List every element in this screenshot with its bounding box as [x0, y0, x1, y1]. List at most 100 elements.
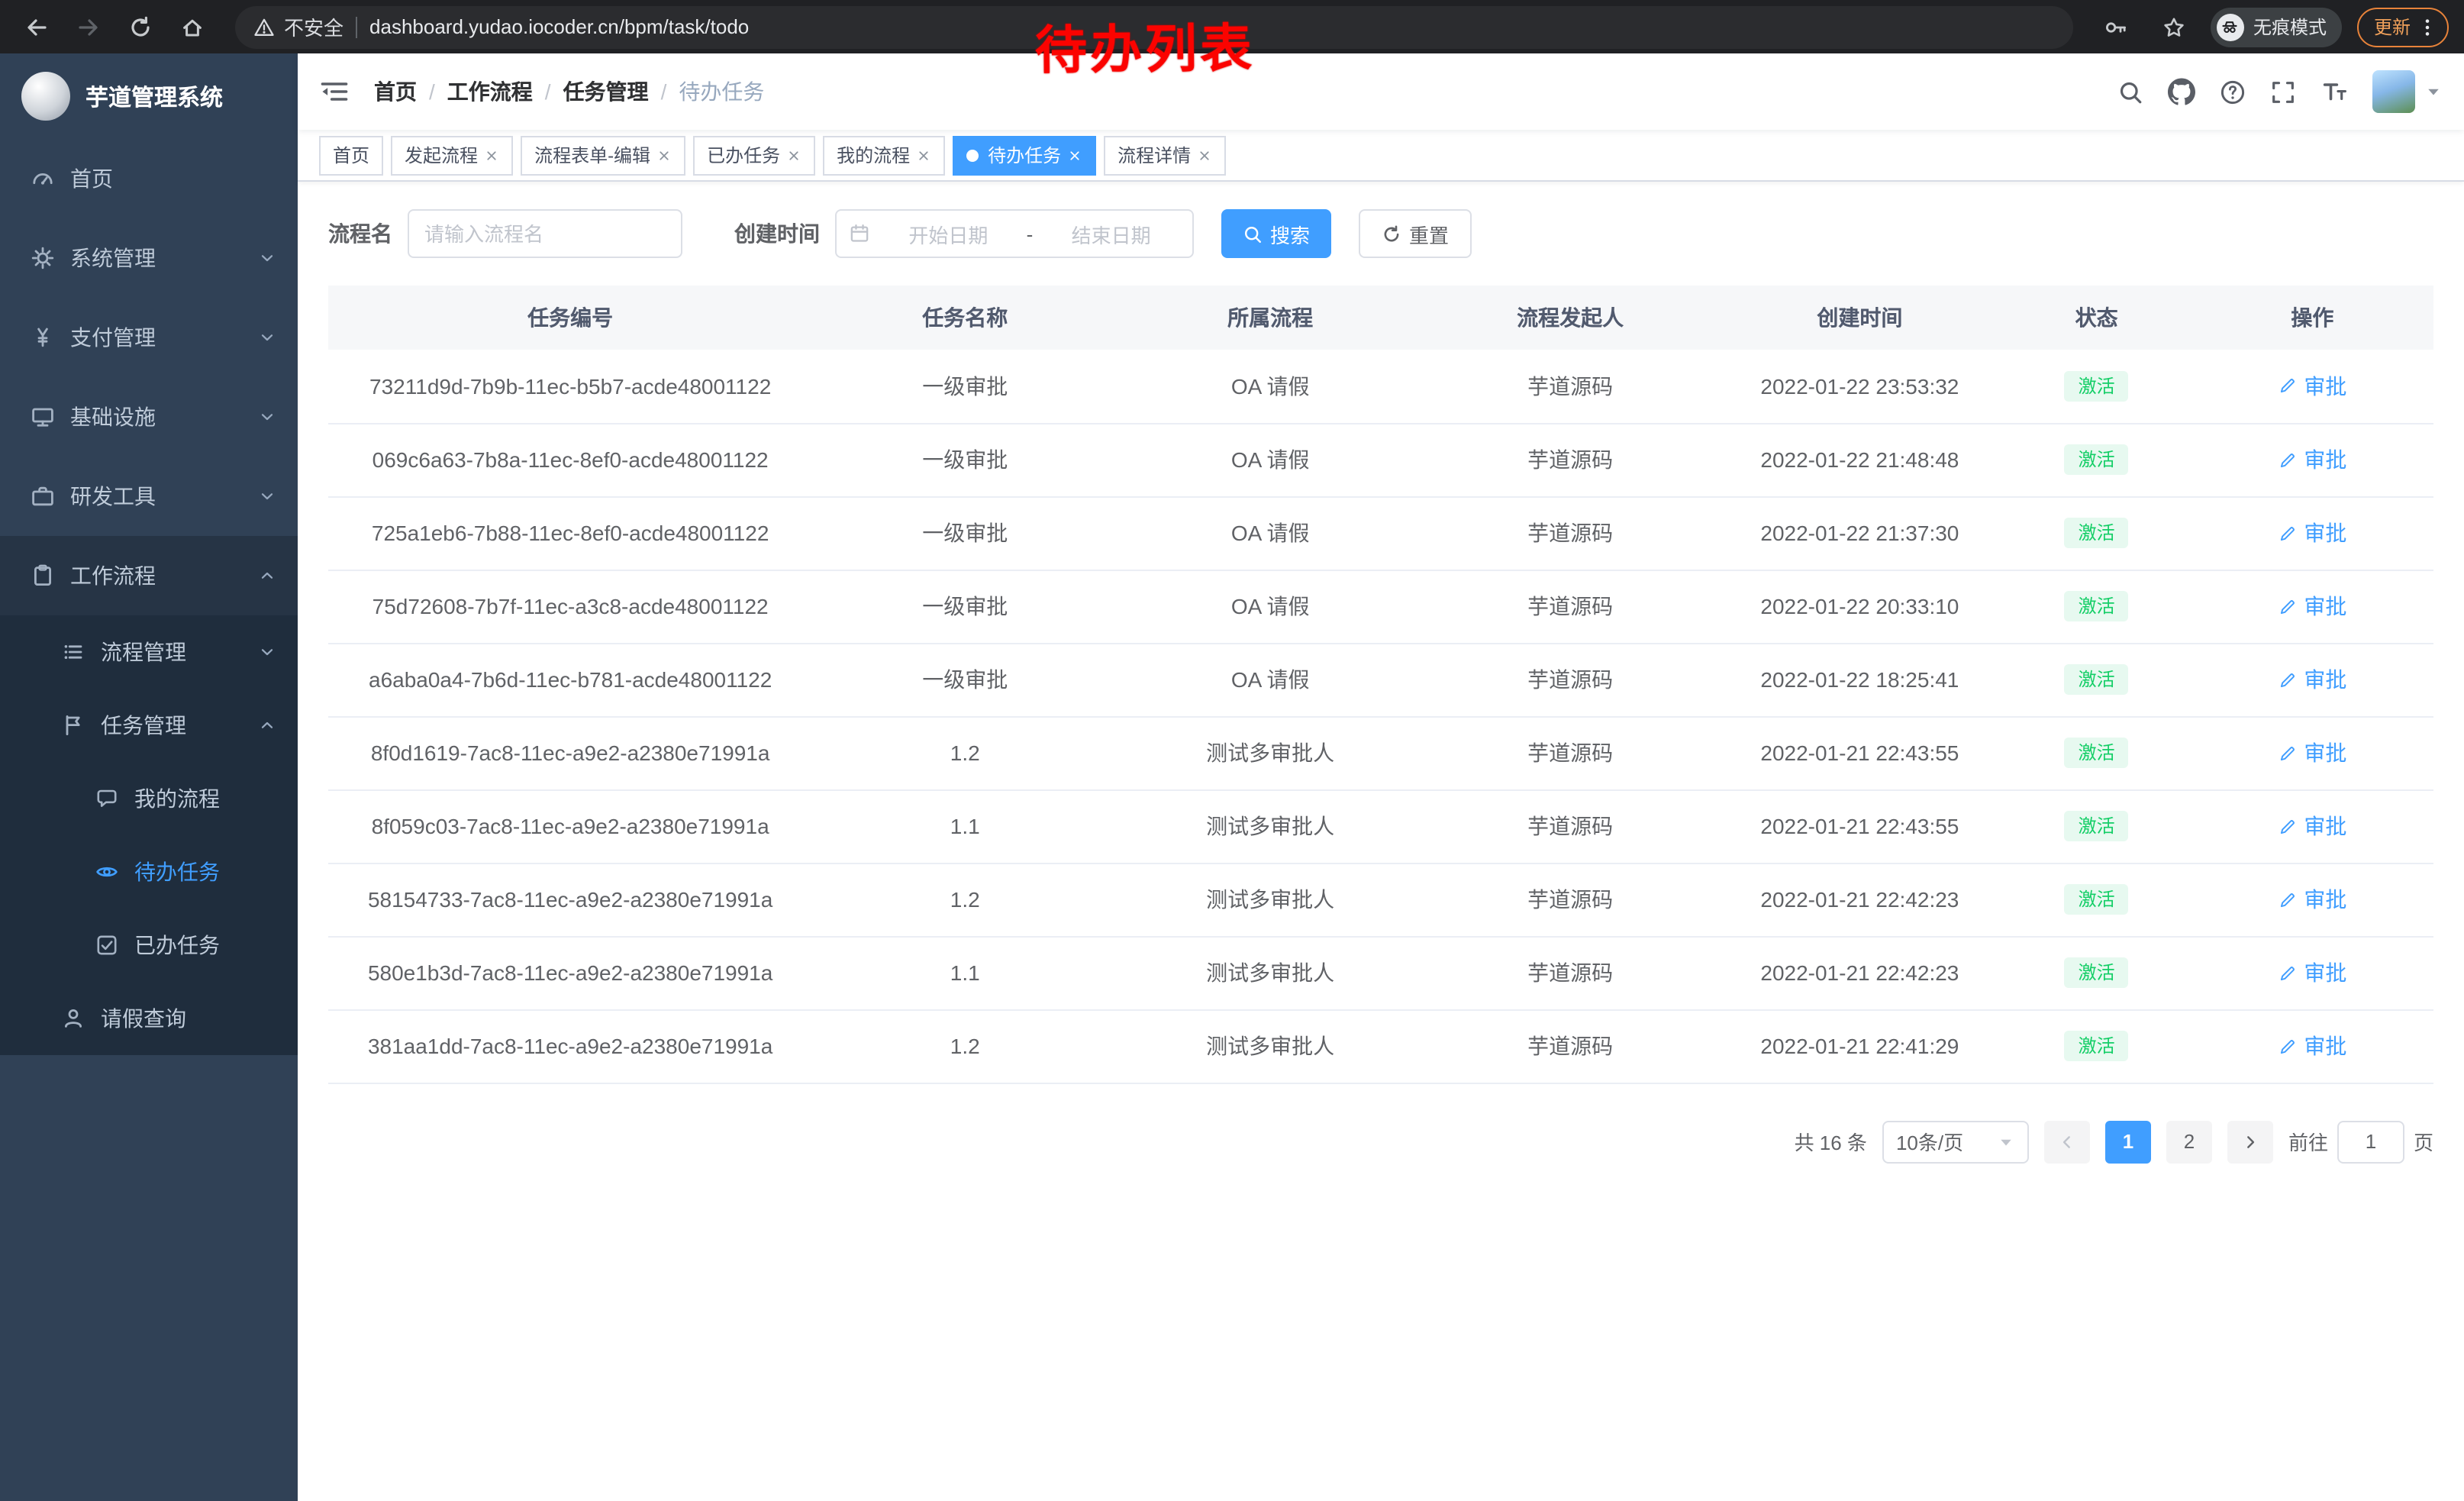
chevron-down-icon [258, 249, 276, 267]
approve-button[interactable]: 审批 [2278, 1031, 2346, 1061]
browser-actions: 无痕模式 更新 [2095, 5, 2449, 48]
cell-initiator: 芋道源码 [1423, 1009, 1717, 1083]
column-header-process: 所属流程 [1118, 286, 1423, 350]
approve-button[interactable]: 审批 [2278, 957, 2346, 988]
chevron-down-icon [258, 487, 276, 505]
process-name-input[interactable] [408, 209, 682, 258]
goto-page-input[interactable] [2337, 1120, 2404, 1163]
header-search-button[interactable] [2117, 79, 2143, 105]
cell-process: 测试多审批人 [1118, 789, 1423, 863]
reset-button[interactable]: 重置 [1359, 209, 1472, 258]
bookmark-star-button[interactable] [2153, 5, 2195, 48]
sidebar-item-process-management[interactable]: 流程管理 [0, 615, 298, 689]
back-arrow-icon [24, 15, 49, 39]
person-icon [61, 1006, 85, 1031]
font-size-icon [2320, 78, 2348, 105]
approve-button[interactable]: 审批 [2278, 664, 2346, 695]
breadcrumb-item[interactable]: 工作流程 [447, 76, 533, 107]
app-logo[interactable]: 芋道管理系统 [0, 53, 298, 139]
edit-pen-icon [2278, 1036, 2298, 1056]
user-menu[interactable] [2372, 70, 2443, 113]
tab-my-process[interactable]: 我的流程 [823, 135, 945, 175]
sidebar-item-payment[interactable]: 支付管理 [0, 298, 298, 377]
table-row: 75d72608-7b7f-11ec-a3c8-acde48001122 一级审… [328, 570, 2433, 643]
sidebar-collapse-button[interactable] [319, 78, 350, 105]
table-row: 58154733-7ac8-11ec-a9e2-a2380e71991a 1.2… [328, 863, 2433, 936]
sidebar-item-home[interactable]: 首页 [0, 139, 298, 218]
tab-close-button[interactable] [484, 147, 499, 163]
sidebar-item-task-management[interactable]: 任务管理 [0, 689, 298, 762]
security-label: 不安全 [284, 12, 343, 41]
prev-page-button[interactable] [2044, 1120, 2090, 1163]
cell-task-id: 069c6a63-7b8a-11ec-8ef0-acde48001122 [328, 423, 812, 496]
chevron-up-icon [258, 716, 276, 734]
fullscreen-button[interactable] [2270, 79, 2296, 105]
tab-todo-tasks[interactable]: 待办任务 [953, 135, 1096, 175]
cell-created: 2022-01-22 18:25:41 [1717, 643, 2001, 716]
cell-task-name: 1.1 [812, 789, 1118, 863]
sidebar-item-devtools[interactable]: 研发工具 [0, 457, 298, 536]
browser-back-button[interactable] [15, 5, 58, 48]
help-button[interactable] [2220, 79, 2246, 105]
page-number-button-1[interactable]: 1 [2105, 1120, 2151, 1163]
browser-forward-button[interactable] [67, 5, 110, 48]
briefcase-icon [31, 484, 55, 508]
tab-done-tasks[interactable]: 已办任务 [693, 135, 815, 175]
breadcrumb-item[interactable]: 任务管理 [563, 76, 649, 107]
edit-pen-icon [2278, 596, 2298, 616]
tab-process-form-edit[interactable]: 流程表单-编辑 [521, 135, 685, 175]
approve-button[interactable]: 审批 [2278, 811, 2346, 841]
sidebar-item-leave-query[interactable]: 请假查询 [0, 982, 298, 1055]
sidebar-item-done-tasks[interactable]: 已办任务 [0, 909, 298, 982]
approve-button[interactable]: 审批 [2278, 371, 2346, 402]
status-badge: 激活 [2065, 664, 2129, 695]
sidebar-menu: 首页 系统管理 支付管理 基础设施 [0, 139, 298, 1055]
sidebar-item-label: 支付管理 [70, 322, 156, 353]
browser-reload-button[interactable] [119, 5, 162, 48]
browser-update-menu-button[interactable]: 更新 [2357, 7, 2449, 47]
tab-start-process[interactable]: 发起流程 [391, 135, 513, 175]
search-button[interactable]: 搜索 [1221, 209, 1331, 258]
column-header-task-id: 任务编号 [328, 286, 812, 350]
cell-created: 2022-01-22 21:37:30 [1717, 496, 2001, 570]
approve-button[interactable]: 审批 [2278, 738, 2346, 768]
cell-initiator: 芋道源码 [1423, 643, 1717, 716]
breadcrumb-item[interactable]: 首页 [374, 76, 417, 107]
pagination: 共 16 条 10条/页 1 2 前往 页 [328, 1120, 2433, 1163]
fullscreen-icon [2270, 79, 2296, 105]
search-icon [1243, 224, 1263, 244]
screen: 不安全 dashboard.yudao.iocoder.cn/bpm/task/… [0, 0, 2464, 1501]
tab-home[interactable]: 首页 [319, 135, 383, 175]
sidebar-item-workflow[interactable]: 工作流程 [0, 536, 298, 615]
next-page-button[interactable] [2227, 1120, 2273, 1163]
sidebar-item-todo-tasks[interactable]: 待办任务 [0, 835, 298, 909]
tab-close-button[interactable] [786, 147, 801, 163]
question-circle-icon [2220, 79, 2246, 105]
sidebar-item-infrastructure[interactable]: 基础设施 [0, 377, 298, 457]
tab-close-button[interactable] [1067, 147, 1082, 163]
close-icon [786, 147, 801, 163]
github-link-button[interactable] [2168, 78, 2195, 105]
browser-home-button[interactable] [171, 5, 214, 48]
chevron-up-icon [258, 567, 276, 585]
tab-process-detail[interactable]: 流程详情 [1104, 135, 1226, 175]
approve-button[interactable]: 审批 [2278, 444, 2346, 475]
approve-button[interactable]: 审批 [2278, 884, 2346, 915]
page-size-select[interactable]: 10条/页 [1882, 1120, 2029, 1163]
tab-close-button[interactable] [1197, 147, 1212, 163]
password-key-button[interactable] [2095, 5, 2137, 48]
sidebar-item-label: 已办任务 [134, 930, 220, 960]
date-range-picker[interactable]: 开始日期 - 结束日期 [835, 209, 1194, 258]
table-row: 8f0d1619-7ac8-11ec-a9e2-a2380e71991a 1.2… [328, 716, 2433, 789]
font-size-button[interactable] [2320, 78, 2348, 105]
sidebar-item-system[interactable]: 系统管理 [0, 218, 298, 298]
incognito-badge: 无痕模式 [2211, 7, 2342, 47]
page-number-button-2[interactable]: 2 [2166, 1120, 2212, 1163]
security-chip[interactable]: 不安全 [253, 12, 343, 41]
tab-close-button[interactable] [656, 147, 672, 163]
sidebar-item-my-process[interactable]: 我的流程 [0, 762, 298, 835]
tab-close-button[interactable] [916, 147, 931, 163]
approve-button[interactable]: 审批 [2278, 591, 2346, 621]
edit-pen-icon [2278, 670, 2298, 689]
approve-button[interactable]: 审批 [2278, 518, 2346, 548]
